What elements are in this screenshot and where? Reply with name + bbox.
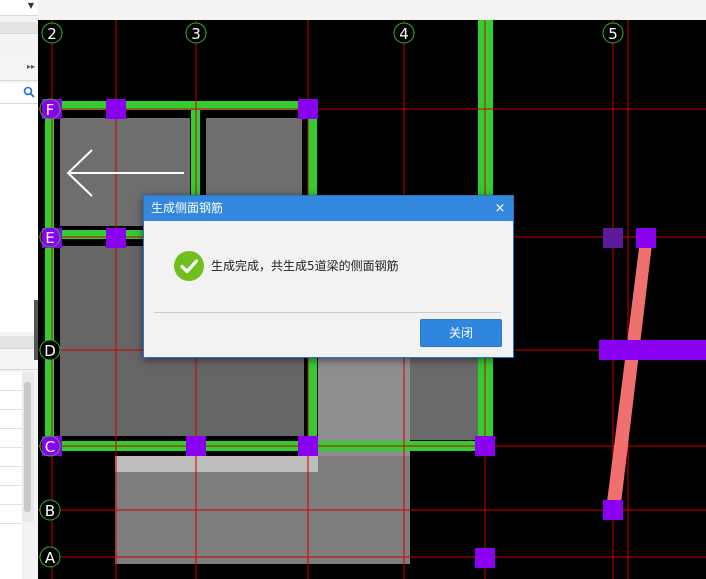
panel-tree-area	[0, 104, 38, 332]
beam	[45, 101, 54, 451]
axis-label: 3	[191, 25, 201, 43]
close-button[interactable]: 关闭	[420, 319, 502, 347]
axis-label: A	[45, 549, 56, 567]
column	[603, 500, 623, 520]
slab	[318, 352, 410, 456]
dialog-divider	[154, 312, 501, 313]
column	[603, 228, 623, 248]
column	[475, 548, 495, 568]
axis-label: F	[46, 101, 55, 119]
top-toolbar-strip	[38, 0, 706, 21]
axis-label: E	[45, 229, 54, 247]
axis-label: C	[45, 438, 55, 456]
column	[106, 99, 126, 119]
search-icon[interactable]	[23, 85, 35, 104]
axis-label: 5	[608, 25, 618, 43]
vertical-scrollbar[interactable]	[22, 372, 34, 522]
panel-search-field[interactable]	[0, 83, 38, 104]
close-icon[interactable]: ×	[493, 196, 507, 221]
panel-header-bottom	[0, 336, 38, 349]
axis-label: D	[44, 342, 56, 360]
chevron-down-icon[interactable]: ▼	[28, 1, 34, 10]
left-panel: ▼ ▸▸	[0, 0, 39, 579]
column	[298, 99, 318, 119]
dialog-title-bar[interactable]: 生成侧面钢筋 ×	[144, 196, 513, 221]
column	[298, 436, 318, 456]
column	[475, 436, 495, 456]
dialog-body: 生成完成，共生成5道梁的侧面钢筋 关闭	[144, 221, 513, 356]
axis-label: B	[45, 502, 55, 520]
column	[186, 436, 206, 456]
dialog-message: 生成完成，共生成5道梁的侧面钢筋	[211, 259, 399, 273]
column	[636, 228, 656, 248]
axis-label: 2	[47, 25, 57, 43]
panel-header-top	[0, 22, 38, 34]
message-dialog: 生成侧面钢筋 × 生成完成，共生成5道梁的侧面钢筋 关闭	[143, 195, 514, 358]
dropdown-box[interactable]: ▼	[0, 0, 38, 16]
scrollbar-thumb[interactable]	[24, 382, 31, 512]
panel-bottom-toolbar	[0, 349, 38, 370]
success-check-icon	[174, 251, 204, 281]
properties-table[interactable]	[0, 372, 22, 579]
panel-toolbar: ▸▸	[0, 58, 38, 81]
expand-arrows-icon[interactable]: ▸▸	[27, 62, 35, 71]
dialog-title: 生成侧面钢筋	[151, 201, 224, 215]
column	[106, 228, 126, 248]
beam	[599, 340, 706, 360]
slab	[115, 456, 318, 472]
slab	[410, 352, 478, 440]
axis-label: 4	[399, 25, 409, 43]
